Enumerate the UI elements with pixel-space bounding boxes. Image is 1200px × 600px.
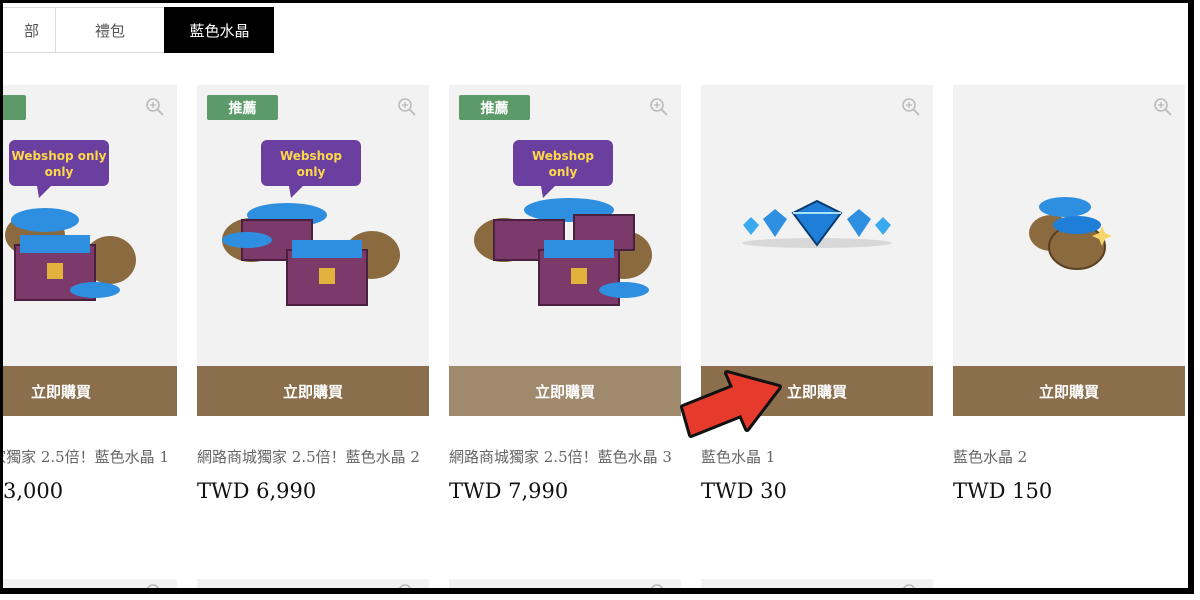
svg-text:only: only (297, 165, 326, 179)
product-card-next-row[interactable] (3, 579, 177, 594)
product-image-area[interactable]: Webshop only only (3, 85, 177, 366)
crystal-row-image (742, 199, 892, 248)
product-card: 推薦 Webshop only 立即購買 網路商城獨家 2.5倍！藍色水晶 3 … (449, 85, 681, 503)
product-card-next-row[interactable] (449, 579, 681, 594)
product-card: Webshop only only 立即購買 家獨家 2.5倍！藍色水晶 1 3… (3, 85, 177, 503)
product-price: TWD 7,990 (449, 479, 569, 503)
product-price: TWD 150 (953, 479, 1053, 503)
svg-text:only: only (549, 165, 578, 179)
buy-now-button[interactable]: 立即購買 (449, 366, 681, 416)
product-price: TWD 6,990 (197, 479, 317, 503)
product-name[interactable]: 藍色水晶 2 (953, 446, 1185, 467)
treasure-chest-image: Webshop only only (5, 140, 136, 301)
buy-now-button[interactable]: 立即購買 (953, 366, 1185, 416)
product-name[interactable]: 藍色水晶 1 (701, 446, 933, 467)
product-price: 3,000 (3, 479, 64, 503)
product-card-next-row[interactable] (701, 579, 933, 594)
product-card-next-row[interactable] (197, 579, 429, 594)
buy-now-button[interactable]: 立即購買 (197, 366, 429, 416)
treasure-chest-image: Webshop only (222, 140, 400, 306)
webshop-label: Webshop only (12, 149, 107, 163)
page-frame: 部 禮包 藍色水晶 Webshop only only 立即購買 家獨家 2.5… (0, 0, 1194, 594)
svg-text:Webshop: Webshop (532, 149, 594, 163)
product-image-area[interactable] (701, 85, 933, 366)
tab-packages[interactable]: 禮包 (55, 7, 164, 53)
svg-text:Webshop: Webshop (280, 149, 342, 163)
crystal-bags-image (1029, 197, 1112, 270)
product-name[interactable]: 網路商城獨家 2.5倍！藍色水晶 3 (449, 446, 681, 467)
product-card: 推薦 Webshop only 立即購買 網路商城獨家 2.5倍！藍色水晶 2 … (197, 85, 429, 503)
zoom-in-icon[interactable] (397, 583, 417, 594)
treasure-chest-image: Webshop only (474, 140, 652, 306)
product-name[interactable]: 家獨家 2.5倍！藍色水晶 1 (3, 446, 169, 467)
pointer-arrow (680, 370, 782, 438)
product-name[interactable]: 網路商城獨家 2.5倍！藍色水晶 2 (197, 446, 429, 467)
category-tabs: 部 禮包 藍色水晶 (3, 7, 274, 53)
product-image-area[interactable] (953, 85, 1185, 366)
svg-text:only: only (45, 165, 74, 179)
product-price: TWD 30 (701, 479, 787, 503)
zoom-in-icon[interactable] (901, 583, 921, 594)
product-image-area[interactable]: 推薦 Webshop only (197, 85, 429, 366)
tab-all[interactable]: 部 (3, 7, 55, 53)
zoom-in-icon[interactable] (649, 583, 669, 594)
product-card: 立即購買 藍色水晶 2 TWD 150 (953, 85, 1185, 503)
product-image-area[interactable]: 推薦 Webshop only (449, 85, 681, 366)
zoom-in-icon[interactable] (145, 583, 165, 594)
buy-now-button[interactable]: 立即購買 (3, 366, 177, 416)
tab-blue-crystal[interactable]: 藍色水晶 (164, 7, 274, 53)
